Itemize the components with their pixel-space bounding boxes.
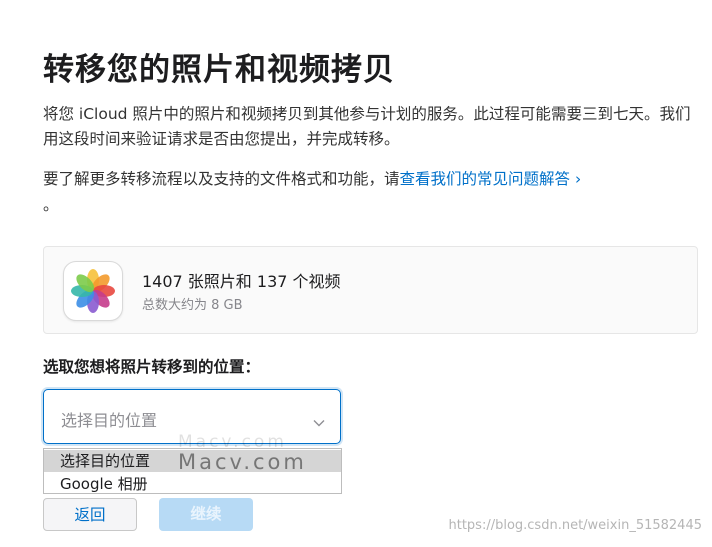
photos-app-icon — [63, 261, 123, 321]
library-counts: 1407 张照片和 137 个视频 — [142, 272, 341, 291]
watermark-ghost: Macv.com — [178, 432, 287, 452]
library-size: 总数大约为 8 GB — [142, 298, 243, 313]
dropdown-option-google-photos[interactable]: Google 相册 — [44, 473, 341, 495]
watermark-csdn: https://blog.csdn.net/weixin_51582445 — [448, 518, 702, 533]
page-title: 转移您的照片和视频拷贝 — [43, 52, 395, 88]
back-button[interactable]: 返回 — [43, 498, 137, 531]
destination-prompt: 选取您想将照片转移到的位置： — [43, 358, 261, 376]
watermark-macv: Macv.com — [178, 450, 307, 474]
learn-more-suffix: 。 — [43, 196, 59, 214]
continue-button[interactable]: 继续 — [159, 498, 253, 531]
learn-more-text: 要了解更多转移流程以及支持的文件格式和功能，请查看我们的常见问题解答 › 。 — [43, 166, 703, 218]
chevron-down-icon — [313, 412, 325, 431]
faq-link[interactable]: 查看我们的常见问题解答 › — [400, 170, 582, 188]
destination-select-value: 选择目的位置 — [61, 411, 158, 430]
transfer-photos-page: 转移您的照片和视频拷贝 将您 iCloud 照片中的照片和视频拷贝到其他参与计划… — [0, 0, 712, 547]
library-summary-card: 1407 张照片和 137 个视频 总数大约为 8 GB — [43, 246, 698, 334]
learn-more-prefix: 要了解更多转移流程以及支持的文件格式和功能，请 — [43, 170, 400, 188]
page-description: 将您 iCloud 照片中的照片和视频拷贝到其他参与计划的服务。此过程可能需要三… — [43, 105, 691, 148]
